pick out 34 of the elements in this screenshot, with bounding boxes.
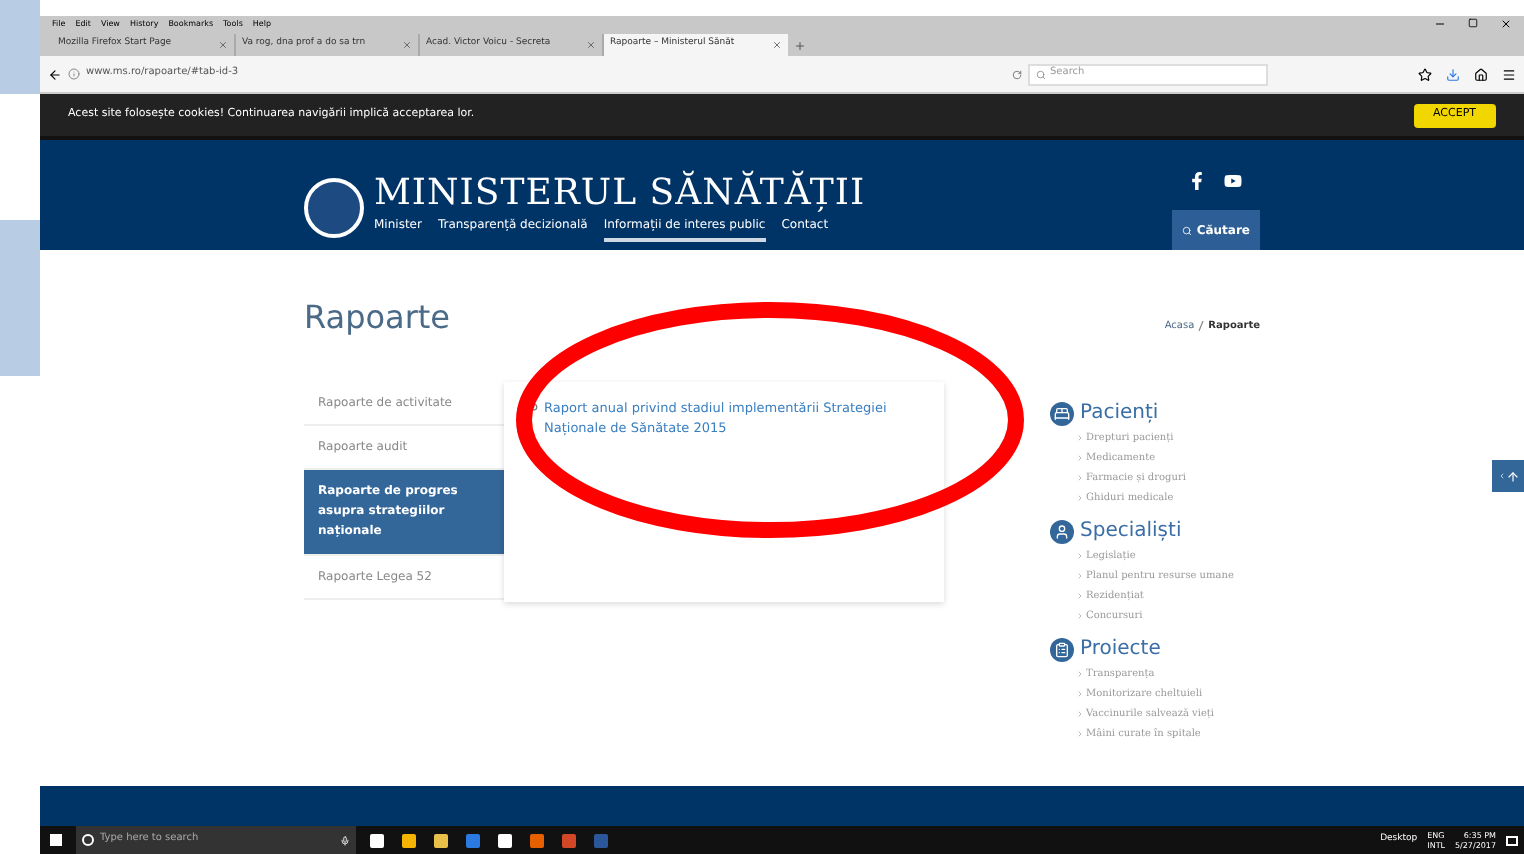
crest-icon xyxy=(304,177,364,237)
star-icon[interactable] xyxy=(1418,67,1432,81)
side-panel xyxy=(0,0,40,94)
section-title: Specialiști xyxy=(1080,518,1182,546)
arrow-up-icon xyxy=(1505,469,1519,483)
site-title: MINISTERUL SĂNĂTĂȚII xyxy=(374,172,866,216)
app-icon[interactable] xyxy=(434,833,448,847)
new-tab-icon[interactable] xyxy=(794,40,806,52)
notification-icon[interactable] xyxy=(1506,835,1518,845)
bed-icon xyxy=(1050,401,1074,425)
maximize-icon[interactable] xyxy=(1468,18,1478,28)
section-title: Pacienți xyxy=(1080,400,1159,428)
reload-icon[interactable] xyxy=(1012,69,1022,79)
close-icon[interactable] xyxy=(1500,17,1512,29)
scroll-top-button[interactable] xyxy=(1492,460,1524,492)
back-icon[interactable] xyxy=(48,67,62,81)
video-icon[interactable] xyxy=(1224,172,1243,190)
page-title: Rapoarte xyxy=(304,296,451,340)
menu-icon[interactable] xyxy=(1502,67,1516,81)
app-icon[interactable] xyxy=(370,833,384,847)
person-icon xyxy=(1050,519,1074,543)
facebook-icon[interactable] xyxy=(1190,172,1205,190)
section-title: Proiecte xyxy=(1080,636,1161,664)
app-icon[interactable] xyxy=(402,833,416,847)
clipboard-icon xyxy=(1050,637,1074,661)
minimize-icon[interactable] xyxy=(1434,17,1446,29)
info-icon xyxy=(68,68,80,80)
download-icon[interactable] xyxy=(1446,67,1460,81)
mic-icon[interactable] xyxy=(340,835,350,845)
slash-icon xyxy=(1198,320,1205,333)
search-icon xyxy=(1036,69,1046,79)
search-icon xyxy=(1182,225,1193,235)
app-icon[interactable] xyxy=(498,833,512,847)
home-icon[interactable] xyxy=(1474,67,1488,81)
